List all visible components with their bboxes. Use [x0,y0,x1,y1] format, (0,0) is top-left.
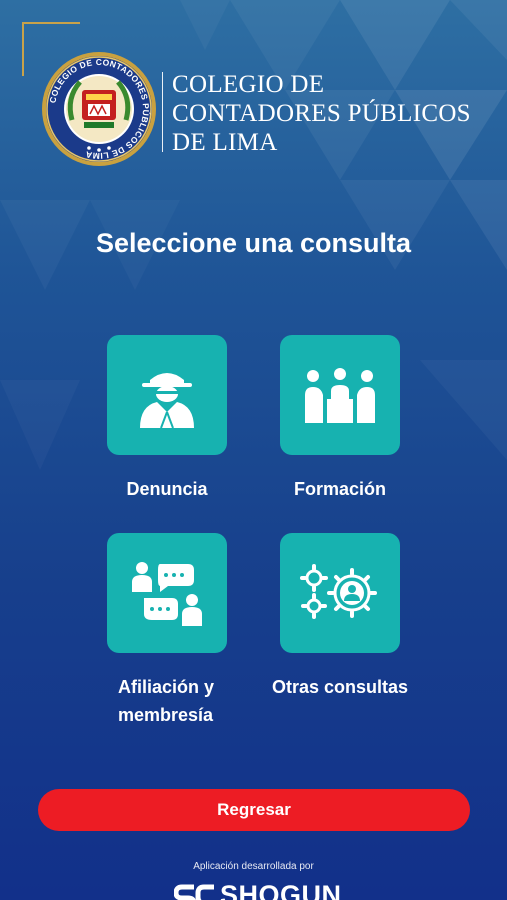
institution-name-line: COLEGIO DE [172,71,325,98]
option-otras-consultas-button[interactable] [280,533,400,653]
seal-logo: COLEGIO DE CONTADORES PÚBLICOS DE LIMA [42,52,156,166]
option-afiliacion-button[interactable] [107,533,227,653]
group-meeting-icon [305,368,375,423]
chat-people-icon [132,562,202,626]
developer-brand-name: SHOGUN [220,879,342,900]
option-denuncia-button[interactable] [107,335,227,455]
option-formacion-label: Formación [293,479,386,499]
option-formacion-button[interactable] [280,335,400,455]
institution-name-line: DE LIMA [172,129,278,156]
app-screen: COLEGIO DE CONTADORES PÚBLICOS DE LIMA C… [0,0,507,900]
shogun-logo-icon [174,884,214,900]
page-title: Seleccione una consulta [95,228,412,258]
detective-icon [140,373,194,429]
developer-brand: SHOGUN [174,880,342,900]
gears-user-icon [300,564,377,619]
logo-divider [162,72,163,152]
developer-credit: Aplicación desarrollada por [193,861,314,872]
option-denuncia-label: Denuncia [126,479,208,499]
option-otras-consultas-label: Otras consultas [271,677,409,697]
institution-name-line: CONTADORES PÚBLICOS [172,100,471,127]
option-afiliacion-label-line: membresía [118,705,214,725]
back-button[interactable]: Regresar [38,789,470,831]
institution-name: COLEGIO DE CONTADORES PÚBLICOS DE LIMA [172,70,471,157]
